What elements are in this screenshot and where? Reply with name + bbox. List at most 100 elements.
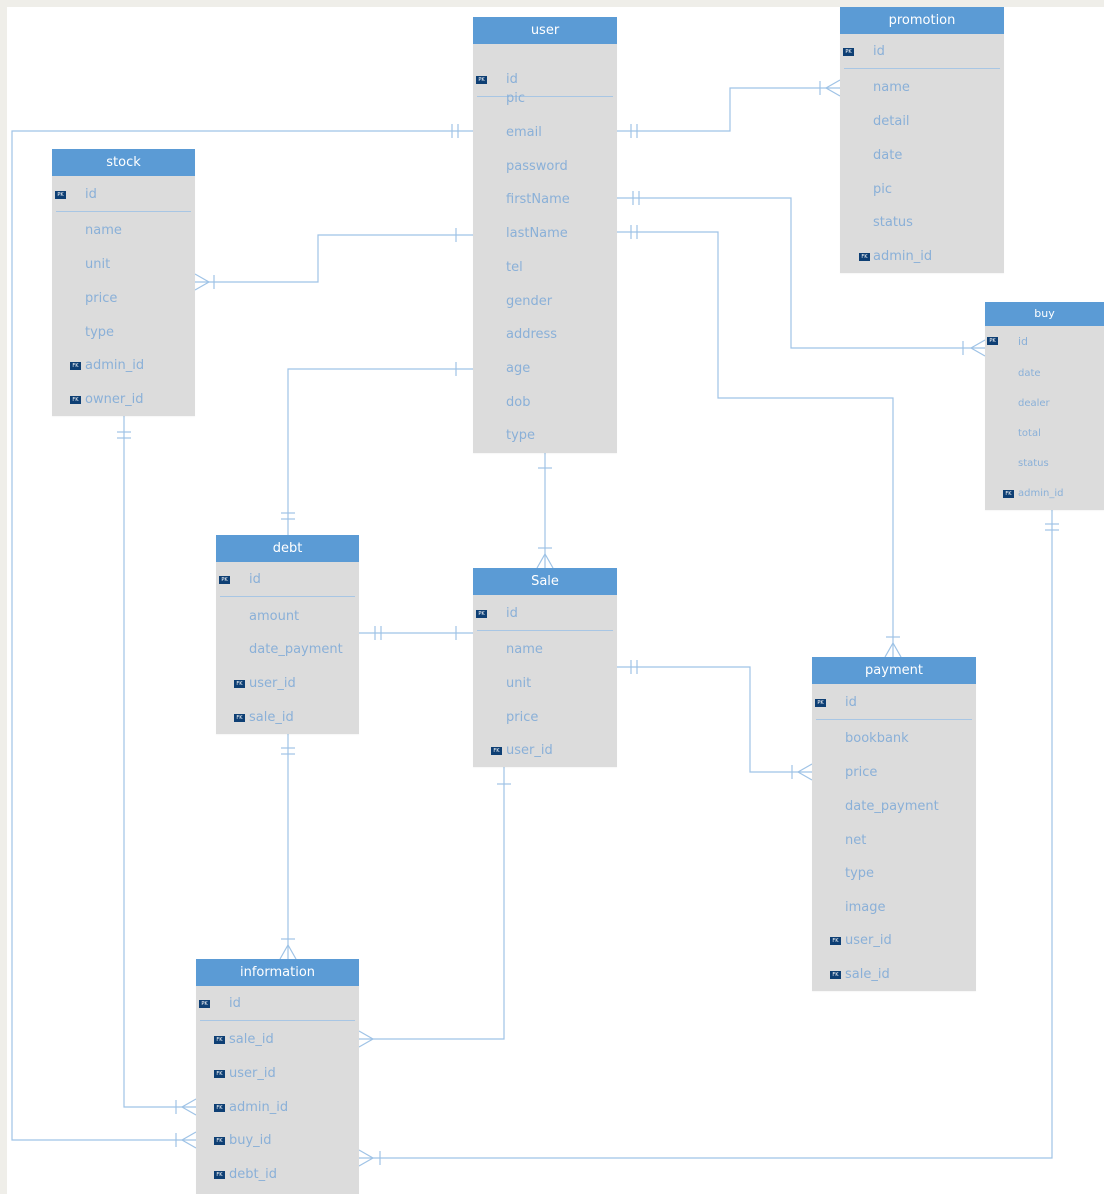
relation-user-debt (287, 368, 473, 535)
relation-user-payment (617, 231, 894, 657)
relation-user-stock (195, 234, 473, 283)
field-label: date (1018, 368, 1041, 379)
entity-stock[interactable]: stock PK id name unit price type FK admi… (52, 149, 195, 416)
field-label: id (229, 996, 241, 1011)
field-label: date_payment (249, 642, 343, 657)
foreign-key-icon: FK (491, 747, 502, 755)
entity-title: information (196, 959, 359, 986)
field-label: address (506, 327, 558, 342)
entity-title: buy (985, 302, 1104, 326)
field-label: email (506, 125, 542, 140)
relation-stock-information (123, 416, 196, 1108)
divider (56, 211, 191, 212)
field-label: type (845, 866, 875, 881)
entity-title: stock (52, 149, 195, 176)
field-label: user_id (229, 1066, 276, 1081)
foreign-key-icon: FK (214, 1171, 225, 1179)
field-label: admin_id (85, 358, 145, 373)
primary-key-icon: PK (476, 76, 487, 84)
field-label: id (249, 572, 261, 587)
entity-promotion[interactable]: promotion PK id name detail date pic sta… (840, 7, 1004, 273)
field-label: firstName (506, 192, 570, 207)
field-label: tel (506, 260, 523, 275)
primary-key-icon: PK (987, 337, 998, 345)
entity-title: user (473, 17, 617, 44)
primary-key-icon: PK (843, 48, 854, 56)
entity-user[interactable]: user PK id pic email password firstName … (473, 17, 617, 453)
field-label: name (85, 223, 122, 238)
foreign-key-icon: FK (214, 1137, 225, 1145)
field-label: detail (873, 114, 910, 129)
field-label: name (506, 642, 543, 657)
field-label: gender (506, 294, 553, 309)
foreign-key-icon: FK (1003, 490, 1014, 498)
pk-row: PK id (840, 44, 1004, 62)
pk-row: PK id (52, 187, 195, 205)
relation-sale-information (359, 767, 505, 1040)
entity-buy[interactable]: buy PK id date dealer total status FK ad… (985, 302, 1104, 510)
divider (477, 630, 613, 631)
entity-title: debt (216, 535, 359, 562)
er-diagram-canvas: user PK id pic email password firstName … (0, 0, 1104, 1194)
foreign-key-icon: FK (214, 1104, 225, 1112)
field-label: password (506, 159, 568, 174)
foreign-key-icon: FK (70, 396, 81, 404)
relation-user-promotion (617, 87, 840, 132)
field-label: date_payment (845, 799, 939, 814)
field-label: date (873, 148, 903, 163)
primary-key-icon: PK (476, 610, 487, 618)
relation-sale-payment (617, 666, 812, 773)
field-label: pic (506, 91, 526, 106)
foreign-key-icon: FK (859, 253, 870, 261)
field-label: id (845, 695, 857, 710)
field-label: price (845, 765, 878, 780)
entity-title: promotion (840, 7, 1004, 34)
entity-title: Sale (473, 568, 617, 595)
field-label: bookbank (845, 731, 909, 746)
field-label: debt_id (229, 1167, 277, 1182)
field-label: price (506, 710, 539, 725)
field-label: user_id (506, 743, 553, 758)
divider (844, 68, 1000, 69)
entity-title: payment (812, 657, 976, 684)
field-label: sale_id (845, 967, 890, 982)
field-label: status (1018, 458, 1049, 469)
field-label: age (506, 361, 531, 376)
foreign-key-icon: FK (214, 1036, 225, 1044)
divider (477, 96, 613, 97)
field-label: admin_id (873, 249, 933, 264)
foreign-key-icon: FK (214, 1070, 225, 1078)
divider (200, 1020, 355, 1021)
field-label: dealer (1018, 398, 1050, 409)
pk-row: PK id (473, 72, 617, 90)
divider (220, 596, 355, 597)
foreign-key-icon: FK (70, 362, 81, 370)
primary-key-icon: PK (815, 699, 826, 707)
field-label: sale_id (229, 1032, 274, 1047)
field-label: user_id (249, 676, 296, 691)
field-label: sale_id (249, 710, 294, 725)
primary-key-icon: PK (55, 191, 66, 199)
field-label: id (873, 44, 885, 59)
field-label: unit (85, 257, 111, 272)
field-label: name (873, 80, 910, 95)
field-label: id (85, 187, 97, 202)
field-label: net (845, 833, 867, 848)
field-label: pic (873, 182, 893, 197)
field-label: lastName (506, 226, 568, 241)
field-label: id (506, 72, 518, 87)
field-label: owner_id (85, 392, 144, 407)
field-label: total (1018, 428, 1041, 439)
entity-information[interactable]: information PK id FK sale_id FK user_id … (196, 959, 359, 1194)
field-label: status (873, 215, 913, 230)
foreign-key-icon: FK (830, 937, 841, 945)
field-label: type (85, 325, 115, 340)
entity-sale[interactable]: Sale PK id name unit price FK user_id (473, 568, 617, 767)
field-label: buy_id (229, 1133, 272, 1148)
primary-key-icon: PK (219, 576, 230, 584)
foreign-key-icon: FK (234, 714, 245, 722)
field-label: user_id (845, 933, 892, 948)
entity-debt[interactable]: debt PK id amount date_payment FK user_i… (216, 535, 359, 734)
field-label: price (85, 291, 118, 306)
entity-payment[interactable]: payment PK id bookbank price date_paymen… (812, 657, 976, 991)
